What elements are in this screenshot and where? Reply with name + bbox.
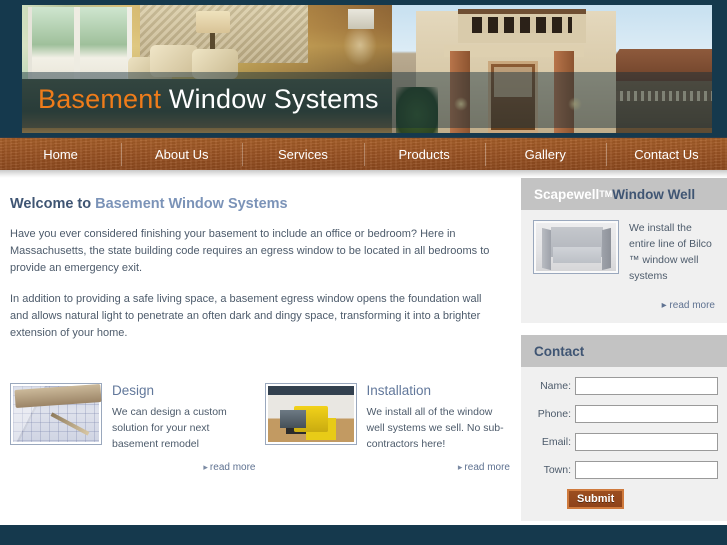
email-field-label: Email: [541, 436, 571, 448]
nav-item-services[interactable]: Services [242, 138, 363, 171]
phone-field[interactable] [575, 405, 718, 423]
contact-form: Name: Phone: Email: Town: Submit [521, 367, 727, 521]
contact-row-town: Town: [533, 461, 718, 479]
nav-item-home[interactable]: Home [0, 138, 121, 171]
name-field-label: Name: [540, 380, 571, 392]
site-footer [0, 523, 727, 545]
nav-drop-shadow [0, 170, 727, 178]
page-root: Basement Window Systems Home About Us Se… [0, 0, 727, 545]
excavator-jobsite-icon [267, 386, 354, 442]
design-card-title: Design [112, 383, 155, 398]
contact-panel-heading: Contact [521, 335, 727, 367]
page-title: Welcome to Basement Window Systems [10, 196, 497, 212]
name-field[interactable] [575, 377, 718, 395]
contact-row-name: Name: [533, 377, 718, 395]
scapewell-heading-rest: Window Well [612, 186, 696, 202]
promo-card-design[interactable]: Design We can design a custom solution f… [10, 383, 256, 473]
promo-cards: Design We can design a custom solution f… [10, 383, 510, 473]
triangle-right-icon: ▸ [661, 300, 667, 311]
scapewell-panel-body: We install the entire line of Bilco ™ wi… [521, 210, 727, 323]
installation-read-more-label: read more [464, 462, 510, 473]
intro-paragraph-2: In addition to providing a safe living s… [10, 293, 482, 339]
logo-secondary-label: Window Systems [168, 84, 379, 114]
site-header: Basement Window Systems [0, 0, 727, 137]
trademark-icon: TM [599, 189, 613, 199]
content-area: Welcome to Basement Window Systems Have … [0, 178, 727, 531]
email-field[interactable] [575, 433, 718, 451]
nav-item-contact-us[interactable]: Contact Us [605, 138, 727, 171]
main-column: Welcome to Basement Window Systems Have … [0, 178, 515, 531]
contact-row-email: Email: [533, 433, 718, 451]
scapewell-read-more-label: read more [669, 300, 715, 311]
page-title-lead: Welcome to [10, 196, 96, 212]
design-read-more-label: read more [209, 462, 256, 473]
triangle-right-icon: ▸ [457, 462, 463, 472]
installation-read-more-link[interactable]: ▸ read more [367, 462, 510, 473]
scapewell-brand-text: Scapewell [534, 186, 600, 202]
phone-field-label: Phone: [537, 408, 571, 420]
scapewell-description: We install the entire line of Bilco ™ wi… [629, 222, 712, 282]
logo-secondary-text [161, 84, 169, 114]
main-navigation: Home About Us Services Products Gallery … [0, 137, 727, 170]
installation-card-title: Installation [366, 383, 432, 398]
promo-card-installation[interactable]: Installation We install all of the windo… [264, 383, 511, 473]
town-field[interactable] [575, 461, 718, 479]
blueprint-drafting-icon [13, 386, 99, 442]
site-logo[interactable]: Basement Window Systems [38, 84, 379, 115]
page-title-brand: Basement Window Systems [95, 196, 288, 212]
scapewell-panel: Scapewell TM Window Well We install the e… [521, 178, 727, 323]
design-read-more-link[interactable]: ▸ read more [112, 462, 256, 473]
nav-item-products[interactable]: Products [363, 138, 485, 171]
submit-row: Submit [533, 489, 715, 509]
town-field-label: Town: [543, 464, 571, 476]
sidebar-panel-divider [521, 323, 727, 335]
nav-item-about-us[interactable]: About Us [121, 138, 242, 171]
triangle-right-icon: ▸ [203, 462, 208, 472]
scapewell-panel-heading: Scapewell TM Window Well [521, 178, 727, 210]
design-thumbnail[interactable] [10, 383, 102, 445]
contact-row-phone: Phone: [533, 405, 718, 423]
design-card-text: We can design a custom solution for your… [112, 406, 227, 450]
submit-button[interactable]: Submit [567, 489, 625, 509]
installation-card-text: We install all of the window well system… [366, 406, 504, 450]
design-card-body: Design We can design a custom solution f… [112, 383, 256, 473]
logo-primary-text: Basement [38, 84, 162, 114]
installation-thumbnail[interactable] [264, 383, 357, 445]
window-well-product-icon [536, 223, 616, 271]
nav-item-gallery[interactable]: Gallery [484, 138, 606, 171]
scapewell-read-more-link[interactable]: ▸ read more [533, 300, 715, 311]
installation-card-body: Installation We install all of the windo… [367, 383, 511, 473]
scapewell-row: We install the entire line of Bilco ™ wi… [533, 220, 715, 284]
window-well-thumbnail[interactable] [533, 220, 619, 274]
intro-paragraph-1: Have you ever considered finishing your … [10, 228, 490, 274]
contact-panel: Contact Name: Phone: Email: Town: Submit [521, 335, 727, 521]
sidebar: Scapewell TM Window Well We install the e… [521, 178, 727, 531]
